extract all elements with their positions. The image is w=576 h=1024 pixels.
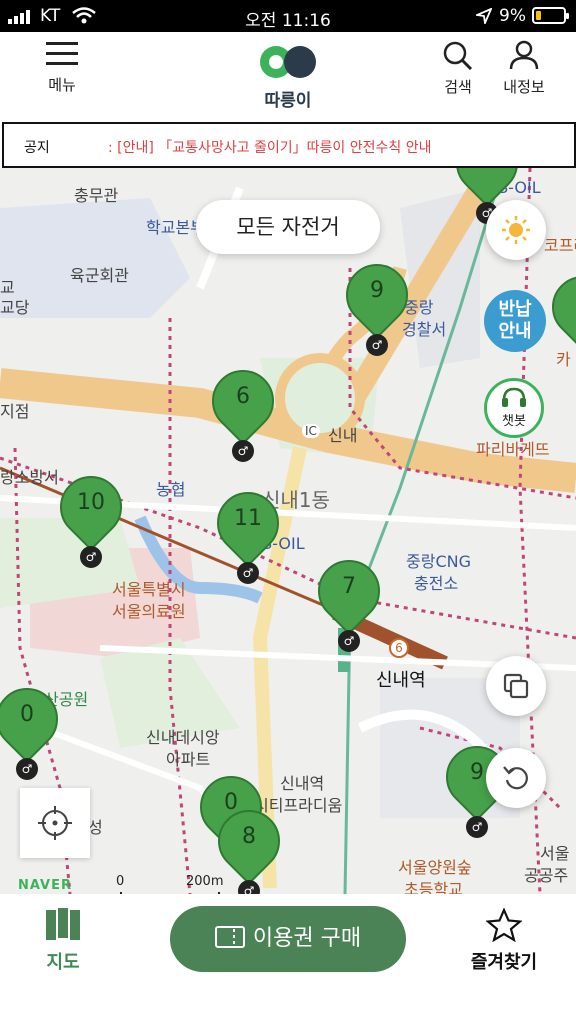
bike-station-marker[interactable]: 10 ♂ [47, 463, 135, 568]
place-label: 서울 [540, 844, 570, 863]
place-label: 중랑 [404, 298, 434, 317]
notice-label: 공지 [24, 140, 50, 156]
bike-icon: ♂ [80, 546, 102, 568]
logo-text: 따릉이 [264, 91, 312, 111]
place-label: 서울의료원 [112, 602, 186, 621]
sun-icon [502, 216, 530, 244]
place-label: 아파트 [166, 750, 211, 769]
map-view[interactable]: 충무관 학교본부 육군회관 교 교당 지점 랑소방서 S-OIL 중랑 경찰서 … [0, 168, 576, 894]
user-icon [509, 40, 539, 70]
layers-icon [503, 673, 529, 699]
place-label: 육군회관 [70, 266, 129, 285]
bike-count: 0 [20, 702, 34, 727]
status-bar: KT 오전 11:16 9% [0, 0, 576, 32]
scale-end: 200m [186, 874, 224, 889]
weather-button[interactable] [486, 200, 546, 260]
bike-count: 9 [370, 278, 384, 303]
tab-map[interactable]: 지도 [28, 908, 98, 974]
bike-count: 6 [236, 384, 250, 409]
place-label: 충전소 [414, 574, 459, 593]
bike-filter-button[interactable]: 모든 자전거 [196, 200, 380, 254]
place-label: 파리바게뜨 [476, 440, 550, 459]
bike-icon: ♂ [237, 562, 259, 584]
bike-icon: ♂ [338, 630, 360, 652]
map-icon [46, 908, 80, 940]
scale-start: 0 [116, 874, 125, 889]
place-label: 신내데시앙 [146, 728, 220, 747]
bike-station-marker[interactable]: 6 ♂ [199, 357, 287, 462]
battery-icon [532, 7, 569, 24]
buy-pass-button[interactable]: 이용권 구매 [170, 906, 406, 972]
bike-icon: ♂ [238, 880, 260, 894]
bike-count: 10 [77, 490, 105, 515]
tab-favorites-label: 즐겨찾기 [470, 952, 538, 973]
screen: KT 오전 11:16 9% 메뉴 따릉이 검색 내정보 공지: [안내] 「… [0, 0, 576, 1024]
bike-icon: ♂ [16, 758, 38, 780]
place-label: 서울특별시 [112, 580, 186, 599]
place-label: 신내 [328, 426, 358, 445]
place-label: 교당 [0, 298, 30, 317]
bottom-nav: 지도 이용권 구매 즐겨찾기 [0, 894, 576, 1024]
bike-station-marker[interactable]: 8 ♂ [205, 797, 293, 894]
place-label: 랑소방서 [0, 468, 59, 487]
place-label: 성 [88, 818, 103, 837]
bike-station-marker[interactable]: 7 ♂ [305, 547, 393, 652]
headset-icon [502, 387, 526, 407]
layers-button[interactable] [486, 656, 546, 716]
place-label: 공공주 [524, 866, 569, 885]
bike-station-marker[interactable]: 0 ♂ [0, 675, 71, 780]
bike-count: 11 [234, 506, 262, 531]
bike-station-marker[interactable]: 9 ♂ [333, 251, 421, 356]
location-arrow-icon [476, 8, 492, 24]
place-label: 경찰서 [402, 320, 447, 339]
bike-icon: ♂ [232, 440, 254, 462]
bike-station-marker[interactable] [539, 263, 576, 368]
my-location-button[interactable] [20, 788, 90, 858]
tab-map-label: 지도 [46, 952, 80, 973]
refresh-button[interactable] [486, 748, 546, 808]
place-label: 서울양원숲 [398, 858, 472, 877]
return-guide-button[interactable]: 반납 안내 [484, 290, 546, 352]
place-label: 지점 [0, 402, 30, 421]
tab-favorites[interactable]: 즐겨찾기 [462, 908, 546, 974]
refresh-icon [503, 766, 528, 790]
bike-icon: ♂ [366, 334, 388, 356]
search-label: 검색 [444, 78, 472, 96]
search-icon [443, 41, 473, 70]
menu-label: 메뉴 [48, 76, 76, 94]
star-icon [486, 908, 522, 942]
bike-station-marker[interactable]: 11 ♂ [204, 479, 292, 584]
app-header: 메뉴 따릉이 검색 내정보 [0, 32, 576, 118]
chatbot-button[interactable]: 챗봇 [484, 378, 544, 438]
naver-logo[interactable]: NAVER [18, 878, 72, 893]
subway-line-badge: 6 [389, 638, 409, 658]
return-guide-label: 반납 안내 [498, 299, 532, 342]
menu-button[interactable]: 메뉴 [24, 40, 100, 95]
app-logo[interactable]: 따릉이 [248, 44, 328, 111]
bike-count: 7 [342, 574, 356, 599]
hamburger-icon [46, 42, 78, 65]
chatbot-label: 챗봇 [502, 414, 526, 429]
place-label: 중랑CNG [406, 552, 471, 571]
notice-text[interactable]: : [안내] 「교통사망사고 줄이기」따릉이 안전수칙 안내 [108, 137, 432, 157]
station-label: 신내역 [376, 670, 426, 691]
ic-badge: IC [302, 424, 320, 438]
place-label: 농협 [156, 480, 186, 499]
place-label: 충무관 [74, 186, 119, 205]
bike-icon: ♂ [466, 816, 488, 838]
search-button[interactable]: 검색 [420, 40, 496, 97]
my-info-label: 내정보 [503, 78, 545, 96]
place-label: 초등학교 [404, 880, 463, 894]
logo-mark [258, 44, 318, 80]
place-label: 신내역 [280, 774, 325, 793]
place-label: 코프라 [544, 236, 576, 255]
bike-count: 8 [242, 824, 256, 849]
my-info-button[interactable]: 내정보 [486, 40, 562, 97]
ticket-icon [214, 926, 245, 948]
buy-pass-label: 이용권 구매 [252, 926, 362, 951]
battery-percent: 9% [499, 6, 526, 26]
crosshair-icon [38, 806, 72, 840]
notice-banner[interactable]: 공지 : [안내] 「교통사망사고 줄이기」따릉이 안전수칙 안내 [2, 122, 576, 168]
